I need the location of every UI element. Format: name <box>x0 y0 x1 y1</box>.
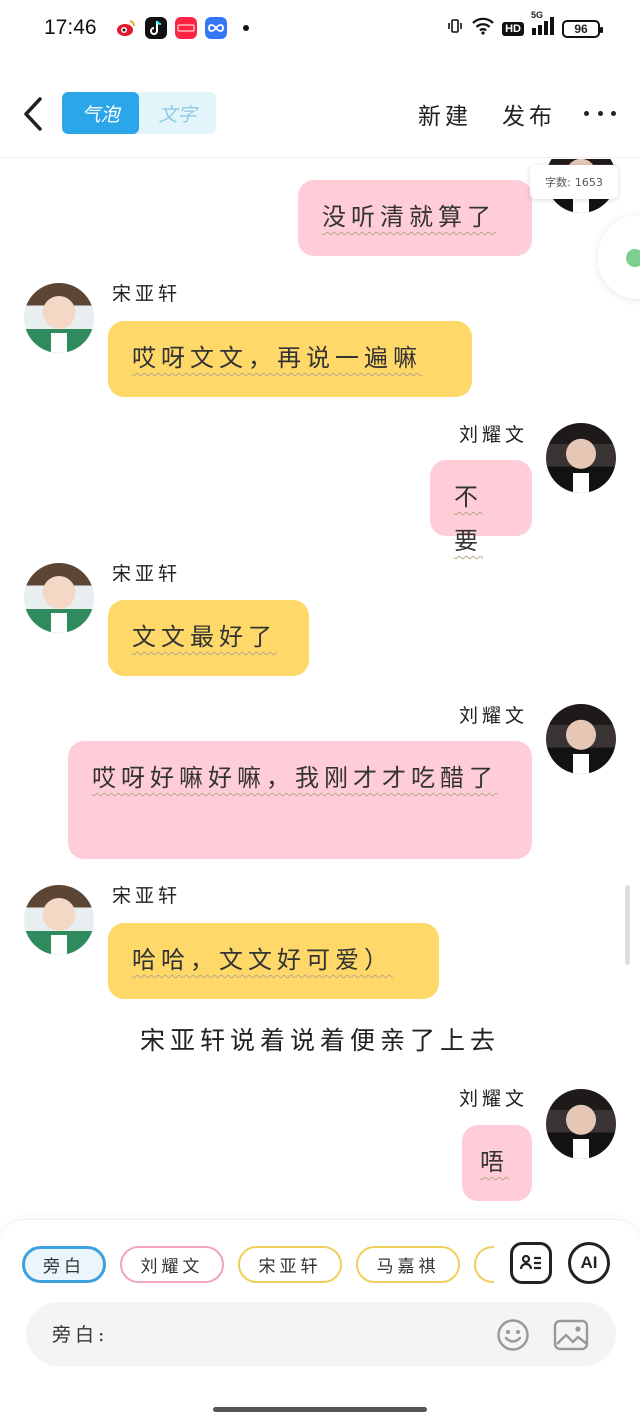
chevron-left-icon <box>24 97 42 131</box>
composer-panel: 旁白 刘耀文 宋亚轩 马嘉祺 AI 旁白: <box>0 1219 640 1422</box>
sender-name: 刘耀文 <box>459 705 529 727</box>
hd-badge: HD <box>502 21 524 36</box>
avatar[interactable] <box>24 283 94 353</box>
floating-assistant-button[interactable] <box>598 215 640 299</box>
network-type: 5G <box>531 10 544 20</box>
mode-toggle: 气泡 文字 <box>62 92 216 134</box>
input-role-prefix: 旁白: <box>52 1324 109 1346</box>
chat-area: 没听清就算了 字数: 1653 宋亚轩 哎呀文文，再说一遍嘛 刘耀文 不要 宋亚… <box>0 159 640 1219</box>
avatar[interactable] <box>546 1089 616 1159</box>
tab-text[interactable]: 文字 <box>139 92 216 134</box>
notification-dot <box>243 25 249 31</box>
role-chip-liu[interactable]: 刘耀文 <box>120 1246 224 1283</box>
wifi-icon <box>471 17 495 40</box>
word-count-badge: 字数: 1653 <box>530 165 618 199</box>
sender-name: 刘耀文 <box>459 1088 529 1110</box>
word-count-label: 字数: <box>545 176 571 189</box>
message-bubble[interactable]: 文文最好了 <box>108 600 309 676</box>
sender-name: 刘耀文 <box>459 424 529 446</box>
dot-icon <box>626 249 640 267</box>
word-count-value: 1653 <box>574 175 603 189</box>
xiaohongshu-icon <box>175 17 197 39</box>
home-indicator[interactable] <box>213 1407 427 1412</box>
role-chip-overflow[interactable] <box>474 1246 494 1283</box>
tab-bubble[interactable]: 气泡 <box>62 92 139 134</box>
contact-card-icon <box>519 1254 541 1270</box>
image-icon[interactable] <box>553 1318 589 1352</box>
avatar[interactable] <box>24 885 94 955</box>
avatar[interactable] <box>546 704 616 774</box>
status-bar: 17:46 HD 5G 96 <box>0 0 640 58</box>
more-icon[interactable] <box>584 100 616 126</box>
tiktok-icon <box>145 17 167 39</box>
avatar[interactable] <box>24 563 94 633</box>
new-button[interactable]: 新建 <box>418 97 472 131</box>
infinity-app-icon <box>205 17 227 39</box>
role-chip-song[interactable]: 宋亚轩 <box>238 1246 342 1283</box>
sender-name: 宋亚轩 <box>112 283 182 305</box>
message-bubble[interactable]: 哎呀文文，再说一遍嘛 <box>108 321 472 397</box>
message-bubble[interactable]: 没听清就算了 <box>298 180 532 256</box>
weibo-icon <box>115 17 137 39</box>
message-input[interactable]: 旁白: <box>26 1302 616 1366</box>
role-chip-narrator[interactable]: 旁白 <box>22 1246 106 1283</box>
message-bubble[interactable]: 唔 <box>462 1125 532 1201</box>
status-app-icons <box>115 17 249 39</box>
role-chip-ma[interactable]: 马嘉祺 <box>356 1246 460 1283</box>
message-bubble[interactable]: 哎呀好嘛好嘛，我刚才才吃醋了 <box>68 741 532 859</box>
status-indicators: HD 5G 96 <box>446 10 603 41</box>
emoji-icon[interactable] <box>496 1318 530 1352</box>
signal-icon: 5G <box>531 10 555 41</box>
vibrate-icon <box>446 17 464 40</box>
avatar[interactable] <box>546 423 616 493</box>
character-card-button[interactable] <box>510 1242 552 1284</box>
scrollbar[interactable] <box>625 885 630 965</box>
narration-text[interactable]: 宋亚轩说着说着便亲了上去 <box>0 1021 640 1057</box>
back-button[interactable] <box>18 94 48 134</box>
sender-name: 宋亚轩 <box>112 563 182 585</box>
battery-indicator: 96 <box>562 19 603 38</box>
message-bubble[interactable]: 哈哈，文文好可爱） <box>108 923 439 999</box>
ai-button[interactable]: AI <box>568 1242 610 1284</box>
sender-name: 宋亚轩 <box>112 885 182 907</box>
status-time: 17:46 <box>44 16 97 39</box>
publish-button[interactable]: 发布 <box>502 97 556 131</box>
editor-header: 气泡 文字 新建 发布 <box>0 70 640 158</box>
message-bubble[interactable]: 不要 <box>430 460 532 555</box>
